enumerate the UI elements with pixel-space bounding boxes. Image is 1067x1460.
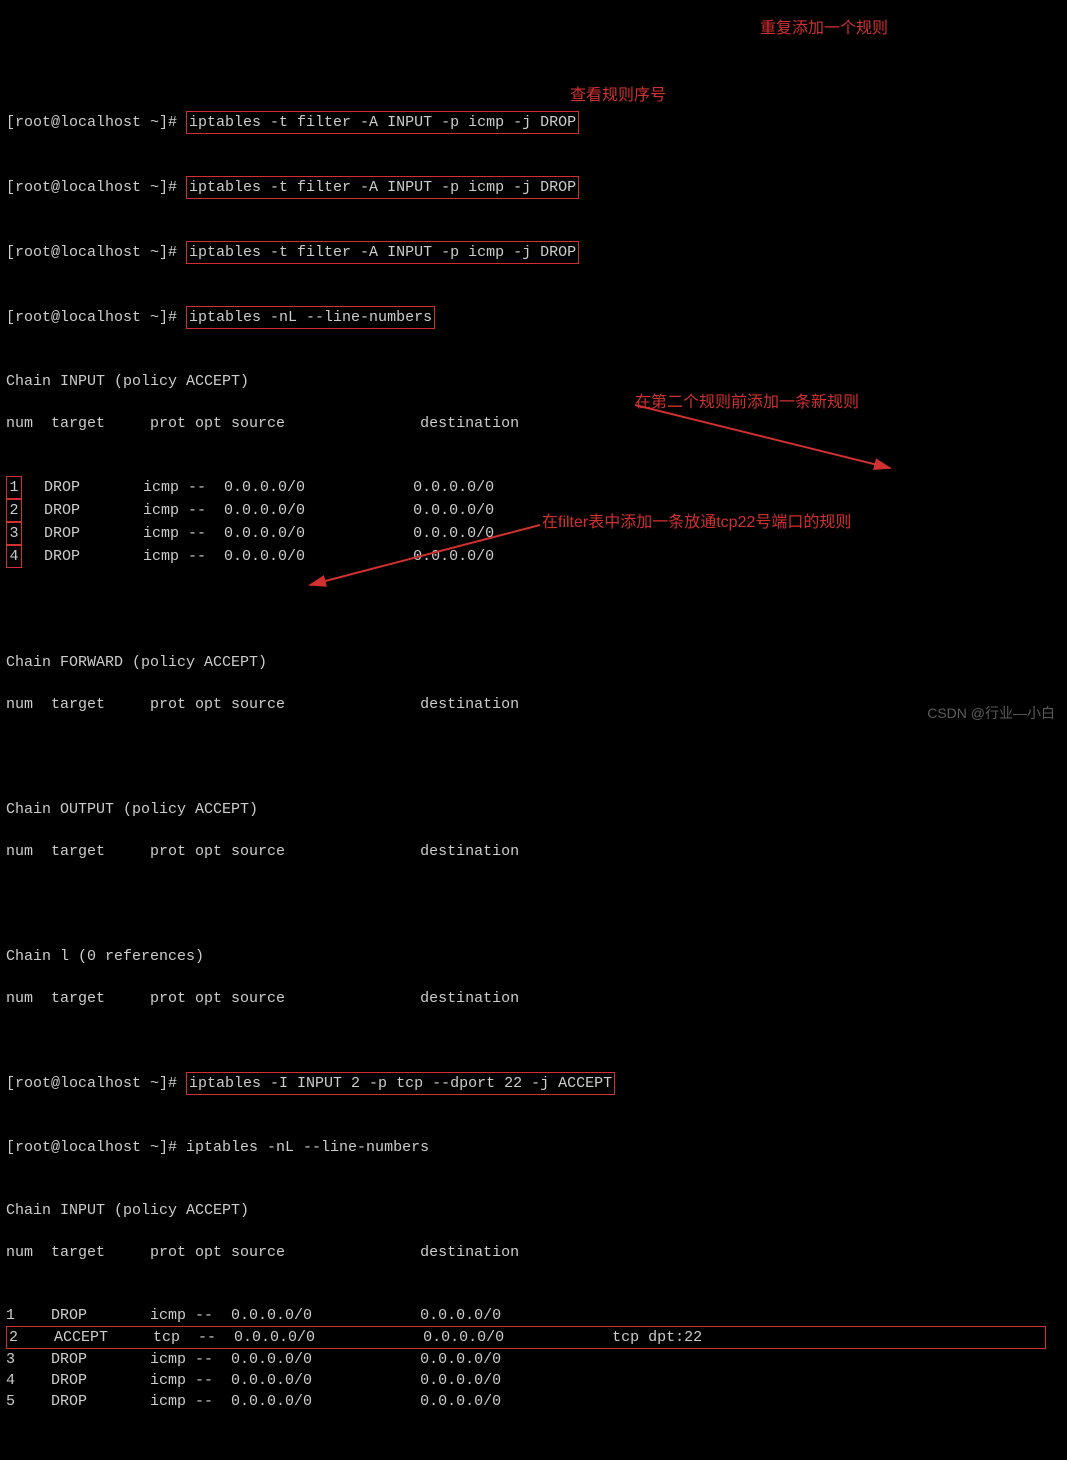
table-row: 4 DROP icmp -- 0.0.0.0/0 0.0.0.0/0 <box>6 545 1061 568</box>
table-row: 1 DROP icmp -- 0.0.0.0/0 0.0.0.0/0 <box>6 476 1061 499</box>
table-header-out: num target prot opt source destination <box>6 841 1061 862</box>
rule-body: DROP icmp -- 0.0.0.0/0 0.0.0.0/0 <box>26 548 494 565</box>
rule-number: 3 <box>6 522 22 545</box>
cmd-line-6: [root@localhost ~]# iptables -nL --line-… <box>6 1137 1061 1158</box>
table-row: 1 DROP icmp -- 0.0.0.0/0 0.0.0.0/0 <box>6 1305 1061 1326</box>
cmd-line-4: [root@localhost ~]# iptables -nL --line-… <box>6 306 1061 329</box>
table-row: 3 DROP icmp -- 0.0.0.0/0 0.0.0.0/0 <box>6 522 1061 545</box>
chain-l-header: Chain l (0 references) <box>6 946 1061 967</box>
rule-body: DROP icmp -- 0.0.0.0/0 0.0.0.0/0 <box>26 525 494 542</box>
watermark-text: CSDN @行业—小白 <box>927 703 1055 724</box>
boxed-cmd-3: iptables -t filter -A INPUT -p icmp -j D… <box>186 241 579 264</box>
annotation-repeat: 重复添加一个规则 <box>760 18 888 39</box>
boxed-cmd-1: iptables -t filter -A INPUT -p icmp -j D… <box>186 111 579 134</box>
boxed-cmd-5: iptables -I INPUT 2 -p tcp --dport 22 -j… <box>186 1072 615 1095</box>
chain-input-header-2: Chain INPUT (policy ACCEPT) <box>6 1200 1061 1221</box>
chain-output-header: Chain OUTPUT (policy ACCEPT) <box>6 799 1061 820</box>
annotation-view: 查看规则序号 <box>570 85 666 106</box>
cmd-line-3: [root@localhost ~]# iptables -t filter -… <box>6 241 1061 264</box>
chain-forward-header: Chain FORWARD (policy ACCEPT) <box>6 652 1061 673</box>
rule-number: 1 <box>6 476 22 499</box>
table-header-2: num target prot opt source destination <box>6 1242 1061 1263</box>
rule-body: DROP icmp -- 0.0.0.0/0 0.0.0.0/0 <box>26 502 494 519</box>
boxed-cmd-2: iptables -t filter -A INPUT -p icmp -j D… <box>186 176 579 199</box>
cmd-line-1: [root@localhost ~]# iptables -t filter -… <box>6 111 1061 134</box>
rule-body: DROP icmp -- 0.0.0.0/0 0.0.0.0/0 <box>26 479 494 496</box>
annotation-insert: 在第二个规则前添加一条新规则 <box>635 392 859 413</box>
annotation-filter: 在filter表中添加一条放通tcp22号端口的规则 <box>542 512 851 533</box>
highlighted-rule-row: 2 ACCEPT tcp -- 0.0.0.0/0 0.0.0.0/0 tcp … <box>6 1326 1046 1349</box>
rule-number: 2 <box>6 499 22 522</box>
table-row: 2 ACCEPT tcp -- 0.0.0.0/0 0.0.0.0/0 tcp … <box>6 1326 1061 1349</box>
table-row: 4 DROP icmp -- 0.0.0.0/0 0.0.0.0/0 <box>6 1370 1061 1391</box>
table-row: 5 DROP icmp -- 0.0.0.0/0 0.0.0.0/0 <box>6 1391 1061 1412</box>
chain-input-header: Chain INPUT (policy ACCEPT) <box>6 371 1061 392</box>
table-row: 3 DROP icmp -- 0.0.0.0/0 0.0.0.0/0 <box>6 1349 1061 1370</box>
table-header-1: num target prot opt source destination <box>6 413 1061 434</box>
rule-number: 4 <box>6 545 22 568</box>
table-header-fwd: num target prot opt source destination <box>6 694 1061 715</box>
cmd-6-text: iptables -nL --line-numbers <box>186 1139 429 1156</box>
boxed-cmd-4: iptables -nL --line-numbers <box>186 306 435 329</box>
table-row: 2 DROP icmp -- 0.0.0.0/0 0.0.0.0/0 <box>6 499 1061 522</box>
cmd-line-2: [root@localhost ~]# iptables -t filter -… <box>6 176 1061 199</box>
shell-prompt: [root@localhost ~]# <box>6 114 186 131</box>
cmd-line-5: [root@localhost ~]# iptables -I INPUT 2 … <box>6 1072 1061 1095</box>
table-header-l: num target prot opt source destination <box>6 988 1061 1009</box>
